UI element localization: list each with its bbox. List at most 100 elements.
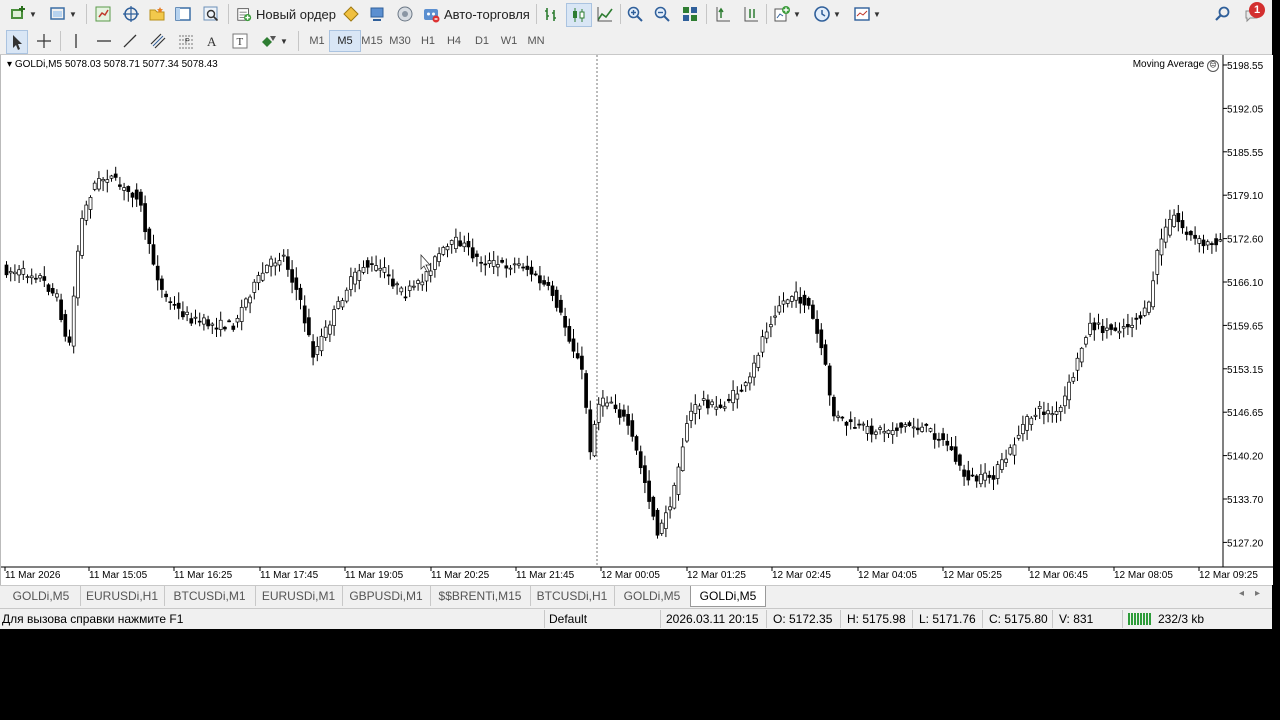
equidistant-channel-tool-button[interactable]: [148, 30, 168, 52]
auto-scroll-button[interactable]: [712, 3, 734, 25]
candle-body: [991, 475, 996, 480]
candle-body: [462, 242, 467, 248]
trendline-tool-button[interactable]: [120, 30, 140, 52]
chart-collapse-arrow-icon[interactable]: ▾: [7, 59, 12, 70]
candle-body: [1205, 241, 1210, 246]
candle-body: [248, 296, 252, 304]
chart-tab[interactable]: EURUSDi,M1: [255, 586, 343, 606]
timeframe-m1[interactable]: M1: [302, 31, 332, 51]
chart-tab[interactable]: GOLDi,M5: [2, 586, 81, 606]
time-label: 12 Mar 00:05: [601, 570, 660, 581]
chart-tab[interactable]: $$BRENTi,M15: [430, 586, 531, 606]
timeframe-h4[interactable]: H4: [439, 31, 469, 51]
tab-scroll-right-icon[interactable]: ▸: [1255, 588, 1260, 599]
shapes-tool-button[interactable]: ▼: [256, 30, 292, 52]
candle-body: [798, 296, 803, 304]
status-help-text: Для вызова справки нажмите F1: [2, 612, 184, 626]
candle-body: [1004, 458, 1008, 463]
chart-area[interactable]: 5198.55 5192.05 5185.55 5179.10 5172.60 5166.…: [0, 55, 1273, 585]
candle-body: [953, 446, 958, 462]
candle-body: [395, 283, 399, 286]
favorites-button[interactable]: [146, 3, 168, 25]
notifications-button[interactable]: 1: [1240, 2, 1266, 25]
indicators-button[interactable]: ▼: [770, 3, 804, 25]
vertical-line-tool-button[interactable]: [66, 30, 86, 52]
indicator-settings-icon[interactable]: ☹: [1207, 60, 1219, 72]
candle-body: [483, 263, 488, 266]
templates-button[interactable]: ▼: [850, 3, 884, 25]
horizontal-line-tool-button[interactable]: [94, 30, 114, 52]
status-profile[interactable]: Default: [549, 612, 587, 626]
strategy-tester-button[interactable]: [200, 3, 222, 25]
candle-body: [588, 409, 593, 453]
new-chart-button[interactable]: ▼: [6, 3, 40, 25]
candle-body: [294, 277, 299, 290]
chart-shift-button[interactable]: [740, 3, 762, 25]
text-icon: A: [207, 34, 217, 49]
zoom-in-button[interactable]: [624, 3, 646, 25]
candle-body: [739, 389, 744, 392]
candle-body: [386, 274, 391, 277]
timeframe-d1[interactable]: D1: [467, 31, 497, 51]
chart-tab[interactable]: EURUSDi,H1: [80, 586, 165, 606]
chart-tab[interactable]: GOLDi,M5: [614, 586, 691, 606]
indicator-label[interactable]: Moving Average ☹: [1133, 59, 1219, 72]
chart-tab[interactable]: GOLDi,M5: [690, 586, 766, 607]
price-label: 5146.65: [1227, 408, 1264, 419]
data-window-button[interactable]: [172, 3, 194, 25]
candle-body: [1021, 424, 1025, 435]
market-button[interactable]: [394, 3, 416, 25]
navigator-button[interactable]: [120, 3, 142, 25]
candle-body: [886, 429, 891, 434]
market-watch-icon: [95, 6, 111, 22]
chart-tab[interactable]: GBPUSDi,M1: [342, 586, 431, 606]
auto-scroll-icon: [716, 7, 730, 22]
auto-trading-button[interactable]: Авто-торговля: [422, 3, 532, 25]
toolbar-separator: [298, 31, 299, 51]
candle-body: [370, 263, 374, 265]
profiles-button[interactable]: ▼: [46, 3, 80, 25]
crosshair-tool-button[interactable]: [34, 30, 54, 52]
cursor-tool-button[interactable]: [6, 30, 28, 54]
connection-bars-icon: [1128, 613, 1154, 625]
candle-body: [193, 316, 198, 319]
tab-scroll-left-icon[interactable]: ◂: [1239, 588, 1244, 599]
candle-body: [97, 178, 101, 190]
status-connection[interactable]: 232/3 kb: [1158, 612, 1204, 626]
candle-body: [769, 324, 773, 328]
chart-tab[interactable]: BTCUSDi,H1: [530, 586, 615, 606]
candle-body: [580, 355, 584, 370]
timeframe-mn[interactable]: MN: [521, 31, 551, 51]
status-low: L: 5171.76: [919, 612, 976, 626]
zoom-in-icon: [627, 6, 643, 22]
candle-body: [756, 354, 761, 368]
candle-body: [546, 281, 551, 286]
candle-body: [1025, 416, 1029, 431]
candle-body: [869, 425, 874, 435]
market-watch-button[interactable]: [92, 3, 114, 25]
candle-body: [1155, 250, 1160, 275]
candle-body: [878, 427, 882, 430]
metaeditor-button[interactable]: [340, 3, 362, 25]
chart-tab[interactable]: BTCUSDi,M1: [164, 586, 256, 606]
candle-body: [172, 303, 177, 306]
time-label: 12 Mar 08:05: [1114, 570, 1173, 581]
line-chart-button[interactable]: [594, 3, 616, 25]
search-button[interactable]: [1212, 3, 1234, 25]
price-chart[interactable]: 5198.55 5192.05 5185.55 5179.10 5172.60 5166.…: [1, 55, 1273, 585]
candle-body: [1000, 459, 1004, 470]
candlestick-button[interactable]: [566, 3, 592, 27]
candle-body: [311, 341, 315, 358]
candle-body: [1121, 326, 1126, 329]
bar-chart-button[interactable]: [540, 3, 562, 25]
new-order-button[interactable]: Новый ордер: [236, 3, 336, 25]
fibonacci-tool-button[interactable]: F: [176, 30, 196, 52]
tile-windows-button[interactable]: [679, 3, 701, 25]
text-tool-button[interactable]: A: [202, 30, 222, 52]
text-label-tool-button[interactable]: T: [230, 30, 250, 52]
zoom-out-button[interactable]: [651, 3, 673, 25]
signals-button[interactable]: [366, 3, 388, 25]
periods-button[interactable]: ▼: [810, 3, 844, 25]
timeframe-m30[interactable]: M30: [383, 31, 417, 51]
timeframe-w1[interactable]: W1: [494, 31, 524, 51]
